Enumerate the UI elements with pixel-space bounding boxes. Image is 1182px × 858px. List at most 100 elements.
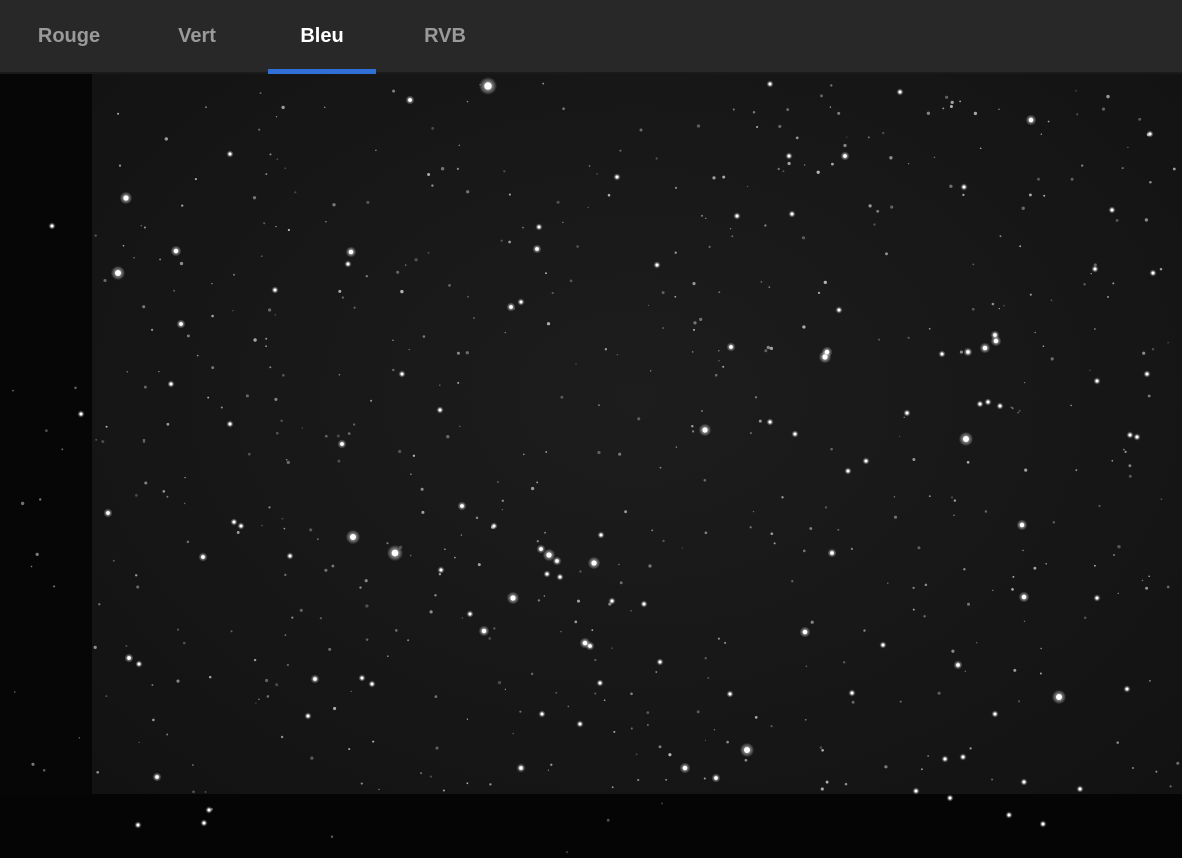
faint-star (98, 603, 101, 606)
faint-star (890, 205, 894, 209)
faint-star (555, 692, 557, 694)
faint-star (281, 517, 284, 520)
faint-star (186, 334, 190, 338)
star (850, 691, 854, 695)
faint-star (284, 634, 287, 636)
faint-star (675, 446, 678, 448)
margin-star (606, 818, 610, 822)
faint-star (1075, 469, 1078, 472)
faint-star (732, 108, 735, 111)
faint-star (661, 291, 665, 295)
faint-star (435, 746, 439, 750)
star (350, 534, 356, 540)
faint-star (647, 304, 650, 307)
faint-star (287, 228, 291, 232)
faint-star (431, 184, 434, 187)
faint-star (261, 524, 263, 527)
faint-star (868, 204, 872, 208)
star (106, 511, 110, 515)
faint-star (550, 763, 553, 766)
star (966, 350, 970, 354)
faint-star (150, 328, 154, 332)
faint-star (341, 296, 345, 299)
star (1128, 433, 1132, 437)
faint-star (1011, 588, 1014, 591)
faint-star (504, 688, 507, 691)
faint-star (863, 629, 866, 632)
tab-bleu[interactable]: Bleu (268, 0, 376, 74)
faint-star (744, 758, 748, 762)
faint-star (619, 149, 622, 152)
faint-star (394, 629, 398, 632)
star (642, 602, 646, 606)
faint-star (412, 454, 416, 457)
star (1028, 117, 1034, 123)
margin-star (61, 448, 64, 451)
star (400, 372, 404, 376)
faint-star (1112, 282, 1115, 285)
star (540, 712, 544, 716)
faint-star (347, 432, 351, 435)
faint-star (1013, 668, 1017, 672)
star (830, 551, 834, 555)
star (864, 459, 868, 463)
faint-star (1117, 592, 1119, 595)
star (535, 247, 539, 251)
faint-star (508, 240, 511, 244)
faint-star (1039, 672, 1042, 675)
margin-star (661, 802, 664, 805)
faint-star (1147, 394, 1151, 398)
star (136, 823, 140, 827)
faint-star (404, 264, 407, 266)
star (1093, 267, 1097, 271)
faint-star (176, 679, 180, 683)
faint-star (588, 165, 591, 167)
faint-star (247, 452, 251, 456)
faint-star (718, 350, 720, 352)
faint-star (162, 490, 166, 493)
faint-star (96, 770, 100, 774)
faint-star (365, 638, 369, 641)
tab-rouge-label: Rouge (37, 24, 101, 47)
faint-star (637, 417, 641, 421)
star (228, 422, 232, 426)
tab-bleu-label: Bleu (300, 24, 344, 47)
tab-rvb[interactable]: RVB (398, 0, 492, 72)
faint-star (801, 236, 806, 240)
star (1145, 372, 1149, 376)
faint-star (184, 476, 186, 479)
faint-star (420, 487, 424, 491)
faint-star (1121, 167, 1124, 170)
star (943, 757, 947, 761)
faint-star (560, 630, 562, 633)
tab-rouge[interactable]: Rouge (20, 0, 118, 72)
faint-star (655, 157, 658, 160)
faint-star (760, 281, 763, 283)
faint-star (647, 724, 649, 726)
tab-vert[interactable]: Vert (150, 0, 244, 72)
faint-star (937, 691, 941, 695)
faint-star (253, 658, 257, 662)
faint-star (466, 190, 470, 194)
faint-star (1176, 761, 1180, 765)
faint-star (804, 164, 806, 166)
faint-star (275, 683, 279, 687)
faint-star (333, 706, 337, 711)
faint-star (898, 435, 901, 437)
faint-star (903, 416, 905, 418)
margin-star (330, 835, 334, 838)
margin-star (74, 386, 77, 390)
faint-star (265, 345, 267, 348)
faint-star (579, 570, 582, 573)
faint-star (562, 107, 565, 110)
faint-star (143, 226, 146, 229)
faint-star (359, 586, 362, 589)
faint-star (658, 745, 662, 749)
tab-rvb-label: RVB (424, 24, 466, 47)
faint-star (301, 427, 304, 429)
image-viewport[interactable] (0, 74, 1182, 858)
star (370, 682, 374, 686)
faint-star (427, 172, 431, 177)
star (837, 308, 841, 312)
faint-star (607, 193, 611, 197)
